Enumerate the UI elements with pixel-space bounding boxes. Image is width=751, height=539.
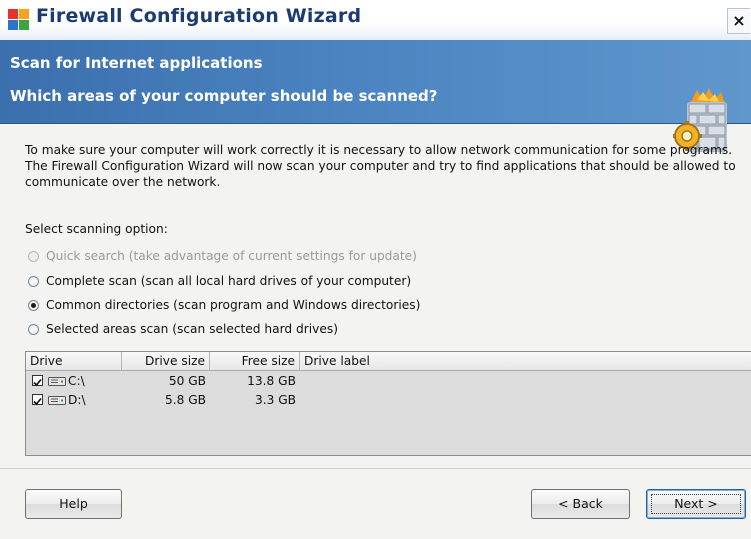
focus-rectangle xyxy=(651,494,741,514)
drive-letter: D:\ xyxy=(68,393,86,407)
avg-firewall-icon xyxy=(8,9,29,30)
free-size: 3.3 GB xyxy=(254,393,296,407)
drive-checkbox[interactable] xyxy=(32,375,43,387)
close-button[interactable]: × xyxy=(727,8,750,34)
column-header-free-size[interactable]: Free size xyxy=(210,352,300,370)
radio-common-directories[interactable]: Common directories (scan program and Win… xyxy=(28,296,420,314)
intro-text: To make sure your computer will work cor… xyxy=(25,143,736,189)
column-header-drive[interactable]: Drive xyxy=(26,352,122,370)
radio-label: Selected areas scan (scan selected hard … xyxy=(46,322,338,336)
radio-button[interactable] xyxy=(28,250,39,262)
drive-size: 50 GB xyxy=(168,374,206,388)
table-header: Drive Drive size Free size Drive label xyxy=(26,352,751,371)
drives-table[interactable]: Drive Drive size Free size Drive label C… xyxy=(25,351,751,456)
window-title: Firewall Configuration Wizard xyxy=(36,5,362,27)
footer-divider xyxy=(0,468,751,469)
drive-letter: C:\ xyxy=(68,374,85,388)
checkmark-icon xyxy=(33,397,42,406)
radio-quick-search[interactable]: Quick search (take advantage of current … xyxy=(28,247,417,265)
drive-size: 5.8 GB xyxy=(164,393,206,407)
drive-checkbox[interactable] xyxy=(32,394,43,406)
wizard-header: Scan for Internet applications Which are… xyxy=(0,40,751,152)
next-button[interactable]: Next > xyxy=(646,489,746,519)
checkmark-icon xyxy=(33,378,42,387)
help-button[interactable]: Help xyxy=(25,489,122,519)
radio-label: Complete scan (scan all local hard drive… xyxy=(46,274,412,288)
back-button[interactable]: < Back xyxy=(531,489,630,519)
hard-drive-icon xyxy=(48,396,66,405)
table-row[interactable]: C:\ 50 GB 13.8 GB xyxy=(26,372,751,390)
free-size: 13.8 GB xyxy=(247,374,296,388)
radio-selected-areas[interactable]: Selected areas scan (scan selected hard … xyxy=(28,320,338,338)
radio-button[interactable] xyxy=(28,323,39,335)
column-header-drive-label[interactable]: Drive label xyxy=(300,352,751,370)
column-header-drive-size[interactable]: Drive size xyxy=(122,352,210,370)
radio-label: Quick search (take advantage of current … xyxy=(46,249,417,263)
step-title: Scan for Internet applications xyxy=(10,54,263,72)
title-bar: Firewall Configuration Wizard × xyxy=(0,0,751,40)
radio-button[interactable] xyxy=(28,275,39,287)
radio-label: Common directories (scan program and Win… xyxy=(46,298,421,312)
radio-complete-scan[interactable]: Complete scan (scan all local hard drive… xyxy=(28,272,411,290)
table-row[interactable]: D:\ 5.8 GB 3.3 GB xyxy=(26,391,751,409)
scan-option-label: Select scanning option: xyxy=(25,222,168,236)
step-subtitle: Which areas of your computer should be s… xyxy=(10,87,438,105)
radio-button-selected[interactable] xyxy=(28,299,39,311)
hard-drive-icon xyxy=(48,377,66,386)
